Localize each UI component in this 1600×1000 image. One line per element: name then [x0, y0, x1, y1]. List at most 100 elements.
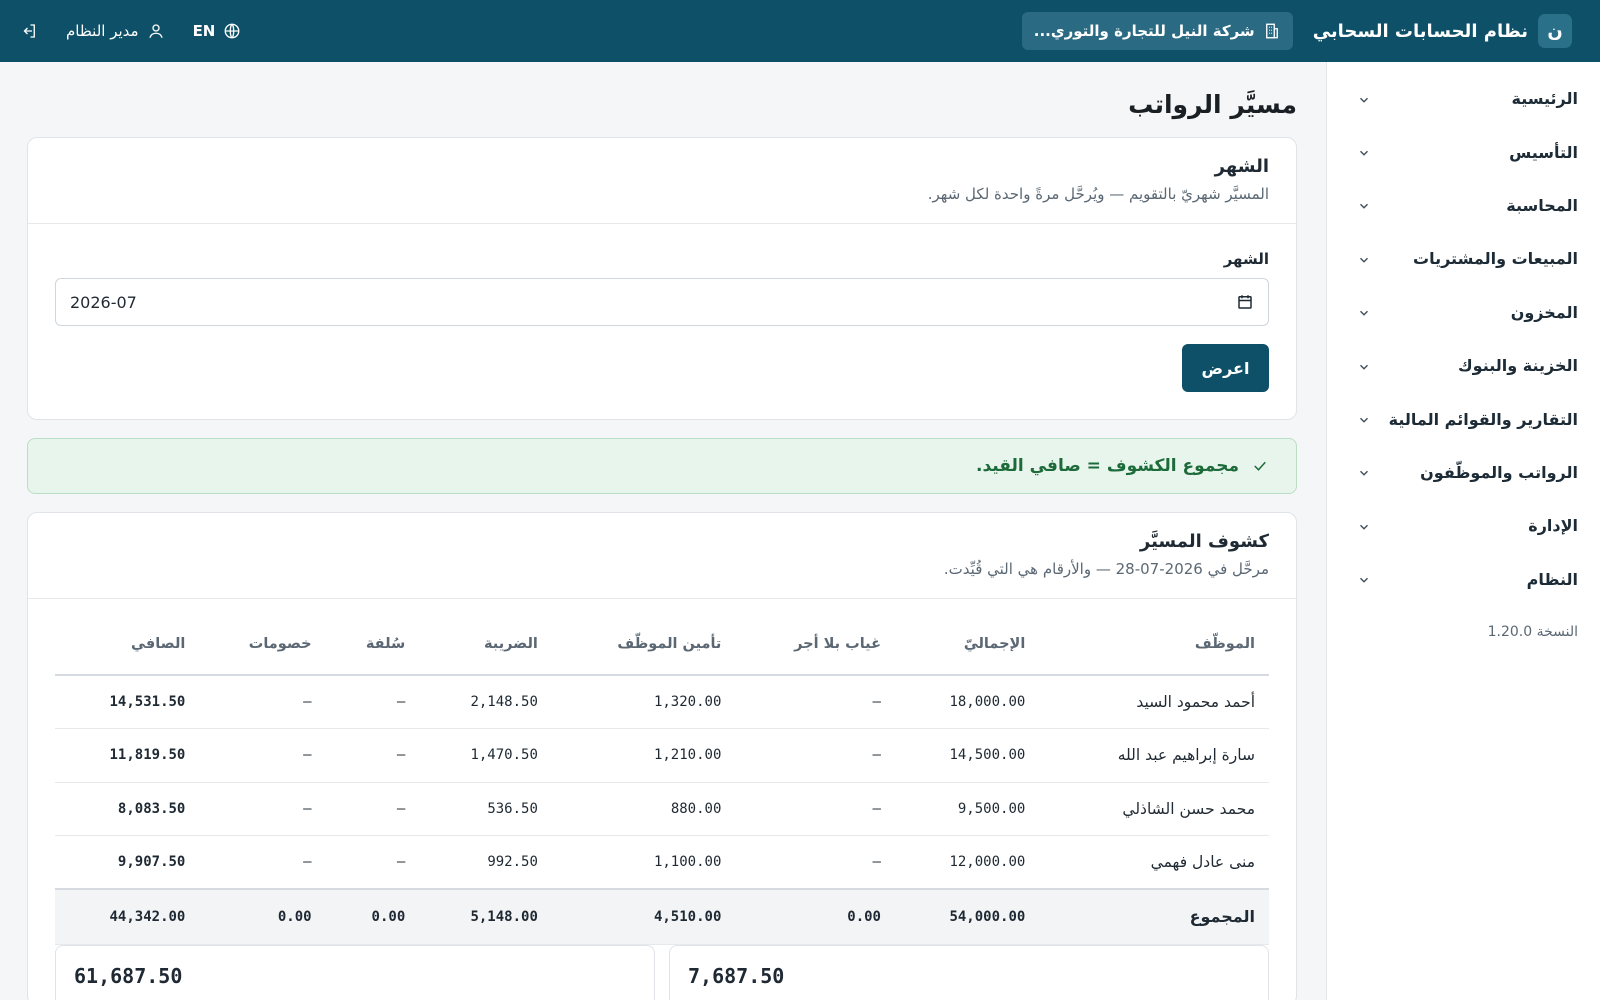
cell-total-net: 44,342.00	[55, 888, 200, 945]
chevron-down-icon	[1357, 145, 1371, 159]
month-card: الشهر المسيَّر شهريّ بالتقويم — ويُرحَّل…	[27, 137, 1297, 420]
cell-tax: 992.50	[419, 835, 552, 890]
chevron-down-icon	[1357, 252, 1371, 266]
chevron-down-icon	[1357, 198, 1371, 212]
cell-net: 14,531.50	[55, 675, 200, 729]
company-name: شركة النيل للتجارة والتوري...	[1033, 22, 1255, 40]
sidebar-item-label: الرئيسية	[1511, 89, 1579, 109]
payslips-subtitle: مرحَّل في 2026-07-28 — والأرقام هي التي …	[943, 560, 1269, 578]
cell-deductions: –	[199, 675, 326, 729]
cell-tax: 536.50	[419, 782, 552, 836]
sidebar-item-label: التأسيس	[1509, 142, 1578, 162]
main-content: مسيَّر الرواتب الشهر المسيَّر شهريّ بالت…	[0, 62, 1325, 1000]
cell-total-deductions: 0.00	[199, 888, 326, 945]
success-alert: مجموع الكشوف = صافي القيد.	[27, 438, 1297, 494]
payslips-title: كشوف المسيَّر	[1139, 531, 1269, 552]
col-unpaid-absence: غياب بلا أجر	[735, 613, 895, 676]
cell-employee: سارة إبراهيم عبد الله	[1039, 728, 1269, 783]
cell-advance: –	[325, 835, 420, 890]
cell-unpaid-absence: –	[735, 782, 895, 836]
summary-box: 61,687.50	[55, 944, 655, 1000]
cell-advance: –	[325, 675, 420, 729]
col-net: الصافي	[55, 613, 200, 676]
cell-net: 11,819.50	[55, 728, 200, 783]
sidebar-item-label: المحاسبة	[1506, 195, 1578, 215]
cell-net: 9,907.50	[55, 835, 200, 890]
sidebar-item-payroll[interactable]: الرواتب والموظّفون	[1327, 446, 1600, 499]
sidebar-item-treasury[interactable]: الخزينة والبنوك	[1327, 339, 1600, 392]
summary-boxes: 61,687.50 7,687.50	[28, 944, 1296, 1000]
brand-logo: ن	[1538, 14, 1572, 48]
table-total-row: المجموع 54,000.00 0.00 4,510.00 5,148.00…	[55, 888, 1269, 945]
col-employee-insurance: تأمين الموظّف	[551, 613, 736, 676]
cell-employee: منى عادل فهمي	[1039, 835, 1269, 890]
month-input[interactable]: 2026-07	[55, 278, 1269, 326]
month-card-header: الشهر المسيَّر شهريّ بالتقويم — ويُرحَّل…	[28, 138, 1296, 224]
chevron-down-icon	[1357, 572, 1371, 586]
col-employee: الموظّف	[1039, 613, 1269, 676]
sidebar-item-label: التقارير والقوائم المالية	[1388, 409, 1578, 429]
cell-total-tax: 5,148.00	[419, 888, 552, 945]
show-button[interactable]: اعرض	[1182, 344, 1269, 392]
sidebar-item-home[interactable]: الرئيسية	[1327, 72, 1600, 125]
payslips-header: كشوف المسيَّر مرحَّل في 2026-07-28 — وال…	[28, 513, 1296, 599]
building-icon	[1263, 22, 1281, 40]
cell-unpaid-absence: –	[735, 675, 895, 729]
cell-total-employee-insurance: 4,510.00	[551, 888, 736, 945]
cell-employee-insurance: 1,210.00	[551, 728, 736, 783]
cell-tax: 2,148.50	[419, 675, 552, 729]
logout-button[interactable]	[20, 22, 38, 40]
table-row[interactable]: سارة إبراهيم عبد الله 14,500.00 – 1,210.…	[55, 728, 1269, 783]
page-title: مسيَّر الرواتب	[1128, 90, 1297, 119]
sidebar-item-label: الخزينة والبنوك	[1458, 356, 1578, 376]
cell-employee-insurance: 1,320.00	[551, 675, 736, 729]
globe-icon	[223, 22, 241, 40]
language-toggle[interactable]: EN	[193, 22, 242, 40]
cell-deductions: –	[199, 835, 326, 890]
chevron-down-icon	[1357, 305, 1371, 319]
sidebar-item-system[interactable]: النظام	[1327, 553, 1600, 606]
table-row[interactable]: منى عادل فهمي 12,000.00 – 1,100.00 992.5…	[55, 835, 1269, 890]
payslips-card: كشوف المسيَّر مرحَّل في 2026-07-28 — وال…	[27, 512, 1297, 1000]
sidebar-item-label: المبيعات والمشتريات	[1413, 249, 1578, 269]
cell-employee: أحمد محمود السيد	[1039, 675, 1269, 729]
company-switcher-button[interactable]: شركة النيل للتجارة والتوري...	[1021, 12, 1293, 50]
user-menu[interactable]: مدير النظام	[66, 22, 165, 40]
summary-box: 7,687.50	[669, 944, 1269, 1000]
cell-total-advance: 0.00	[325, 888, 420, 945]
sidebar-item-inventory[interactable]: المخزون	[1327, 286, 1600, 339]
cell-employee: محمد حسن الشاذلي	[1039, 782, 1269, 836]
sidebar-item-sales-purchases[interactable]: المبيعات والمشتريات	[1327, 232, 1600, 285]
sidebar-item-setup[interactable]: التأسيس	[1327, 125, 1600, 178]
logout-icon	[20, 22, 38, 40]
app-version: النسخة 1.20.0	[1487, 623, 1578, 640]
cell-total-label: المجموع	[1039, 888, 1269, 945]
check-icon	[1251, 457, 1269, 475]
cell-tax: 1,470.50	[419, 728, 552, 783]
alert-text: مجموع الكشوف = صافي القيد.	[976, 456, 1239, 476]
chevron-down-icon	[1357, 412, 1371, 426]
month-field-label: الشهر	[1223, 250, 1269, 268]
cell-advance: –	[325, 782, 420, 836]
top-bar: ن نظام الحسابات السحابي شركة النيل للتجا…	[0, 0, 1600, 62]
sidebar-item-label: الإدارة	[1528, 516, 1578, 536]
language-label: EN	[192, 22, 216, 40]
table-row[interactable]: أحمد محمود السيد 18,000.00 – 1,320.00 2,…	[55, 675, 1269, 729]
table-header-row: الموظّف الإجماليّ غياب بلا أجر تأمين الم…	[55, 613, 1269, 676]
col-advance: سُلفة	[325, 613, 420, 676]
cell-employee-insurance: 1,100.00	[551, 835, 736, 890]
col-deductions: خصومات	[199, 613, 326, 676]
sidebar-item-accounting[interactable]: المحاسبة	[1327, 179, 1600, 232]
brand[interactable]: ن نظام الحسابات السحابي شركة النيل للتجا…	[1021, 12, 1572, 50]
cell-gross: 12,000.00	[894, 835, 1040, 890]
sidebar-item-admin[interactable]: الإدارة	[1327, 499, 1600, 552]
table-row[interactable]: محمد حسن الشاذلي 9,500.00 – 880.00 536.5…	[55, 782, 1269, 836]
cell-gross: 18,000.00	[894, 675, 1040, 729]
col-gross: الإجماليّ	[894, 613, 1040, 676]
month-actions: اعرض	[55, 344, 1269, 392]
col-tax: الضريبة	[419, 613, 552, 676]
calendar-icon[interactable]	[1236, 293, 1254, 311]
sidebar-item-reports[interactable]: التقارير والقوائم المالية	[1327, 392, 1600, 445]
sidebar-item-label: المخزون	[1510, 302, 1578, 322]
month-card-subtitle: المسيَّر شهريّ بالتقويم — ويُرحَّل مرةً …	[927, 185, 1269, 203]
